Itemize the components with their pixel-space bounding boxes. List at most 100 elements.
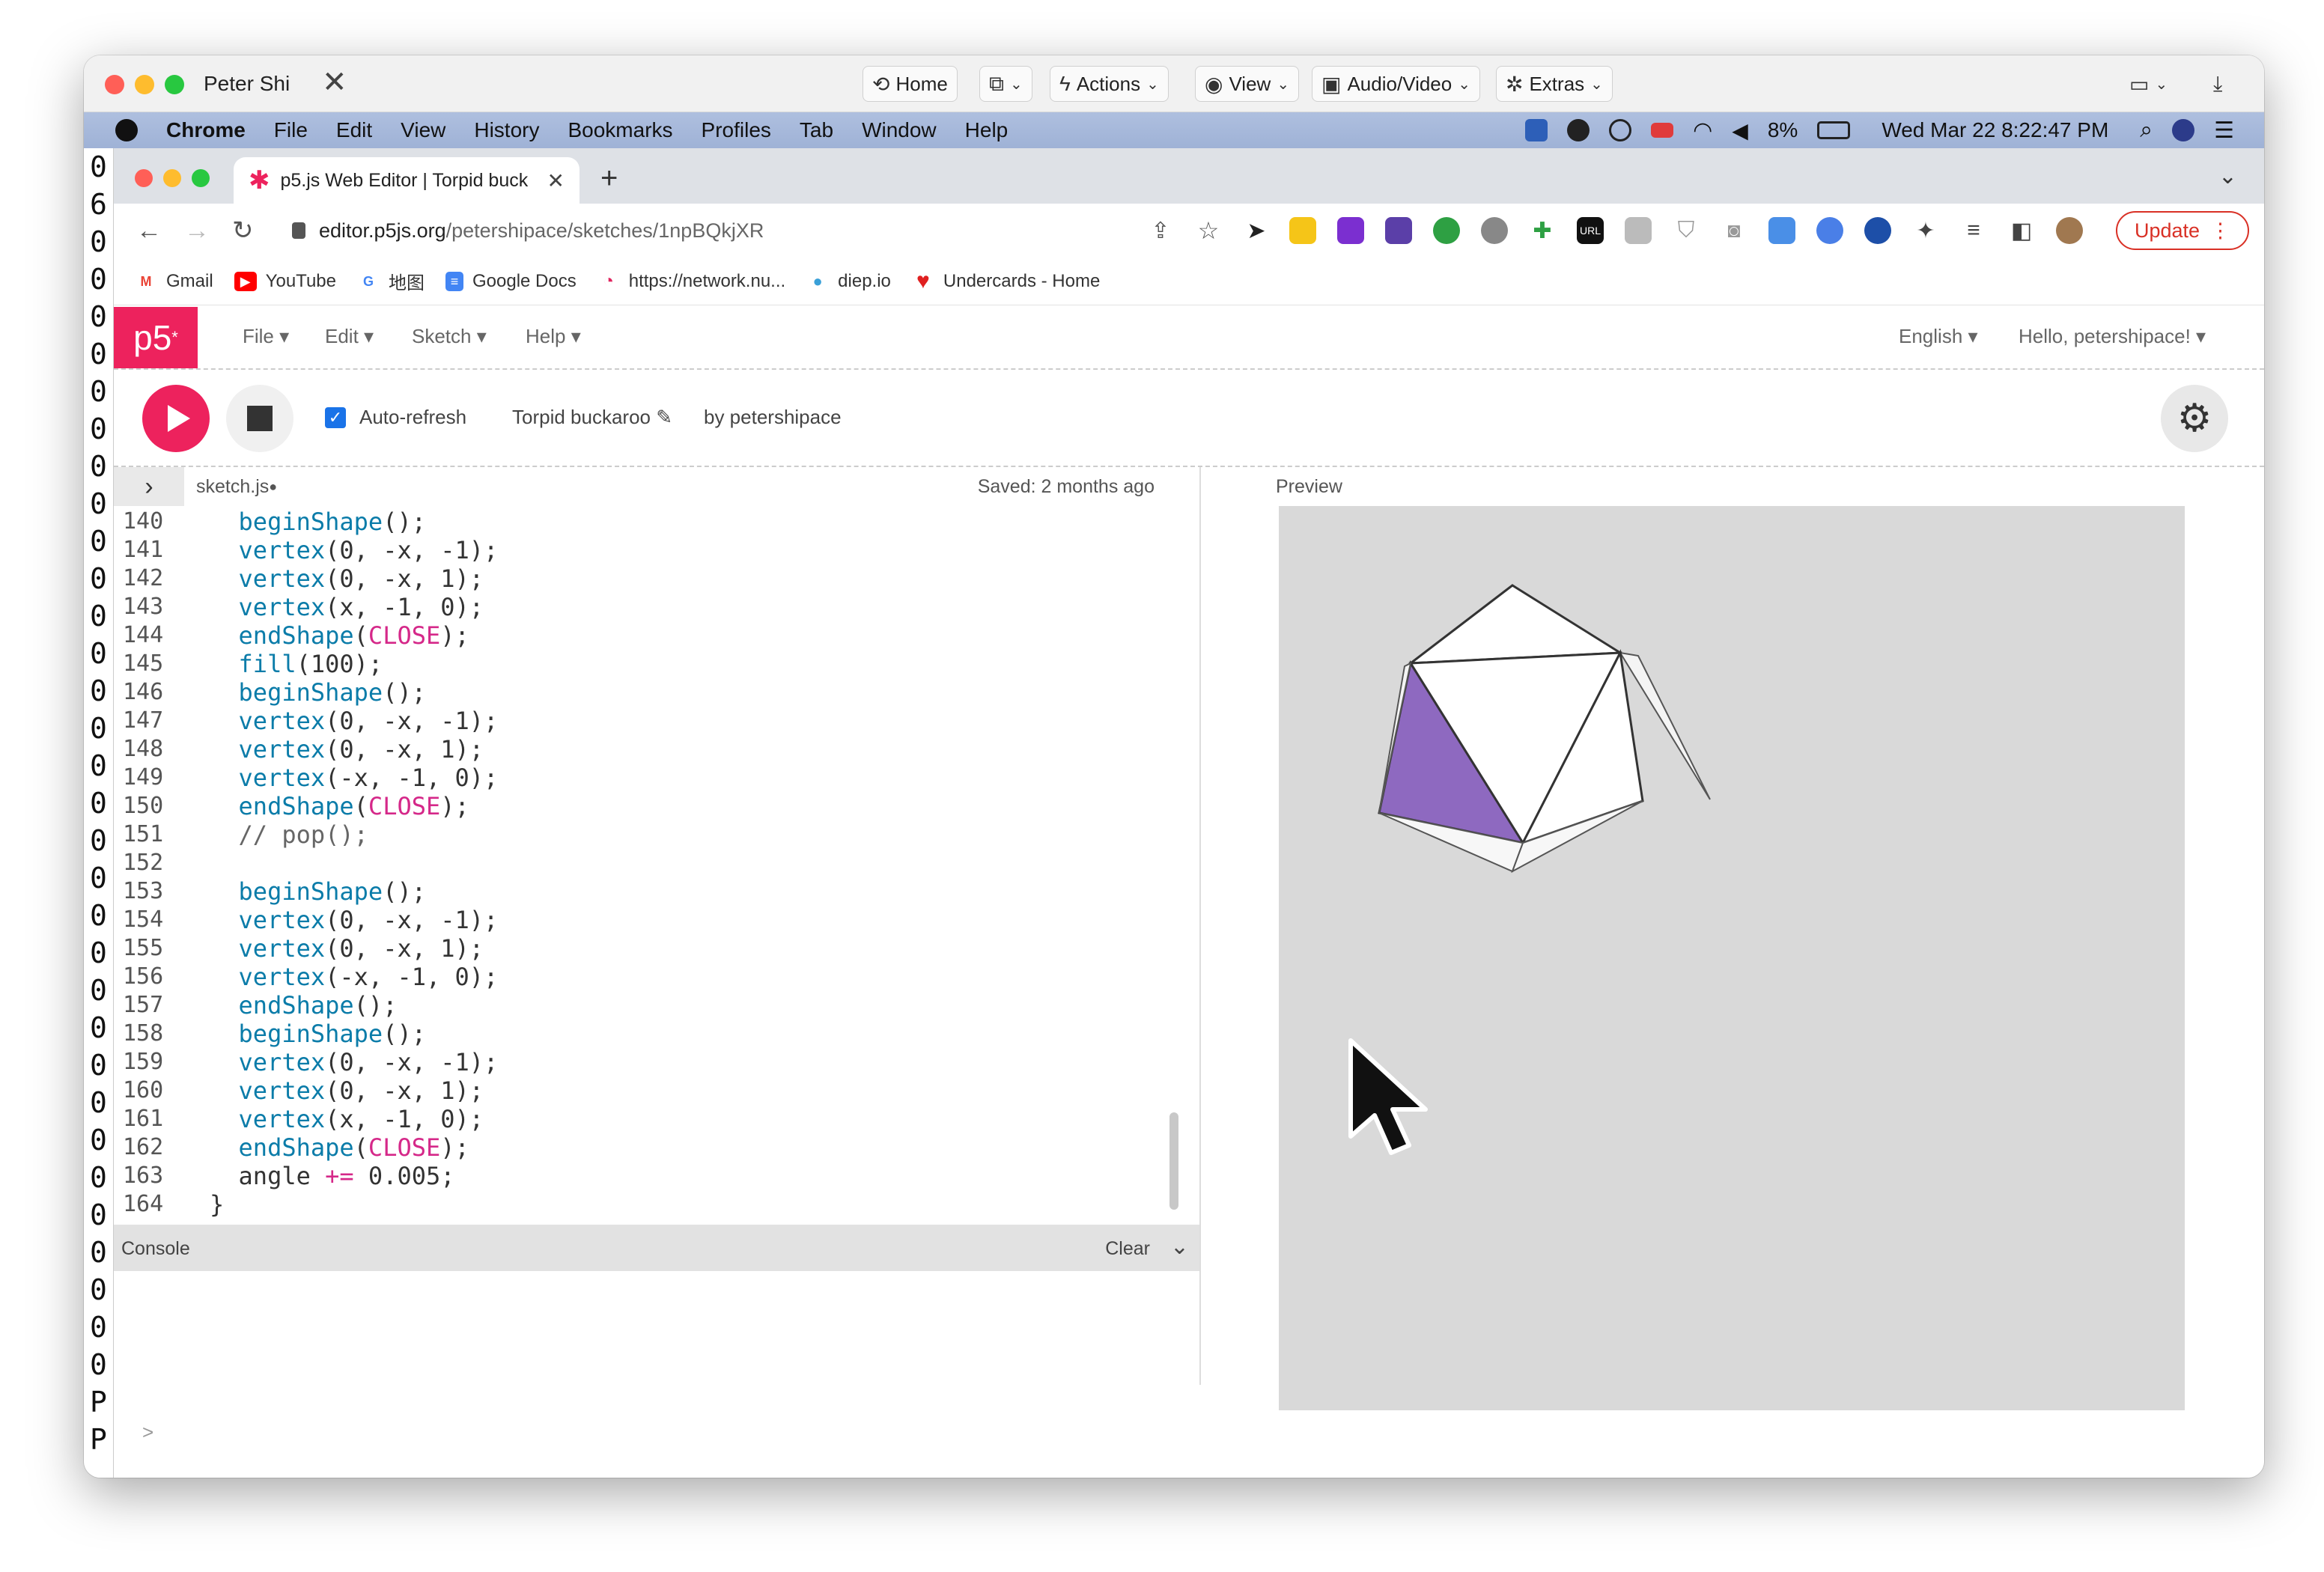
menubar-app-name[interactable]: Chrome [166, 118, 246, 142]
shield-extension-icon[interactable]: ⛉ [1673, 217, 1700, 244]
remote-audio-video-button[interactable]: ▣ Audio/Video ⌄ [1312, 66, 1480, 102]
bookmark-youtube[interactable]: ▶ YouTube [234, 271, 336, 292]
globe-extension-icon[interactable] [1864, 217, 1891, 244]
bookmark-google-docs[interactable]: ≡ Google Docs [445, 271, 577, 292]
bookmark-network[interactable]: ◔ https://network.nu... [597, 271, 785, 292]
wechat-icon[interactable] [1567, 119, 1590, 141]
remote-extras-button[interactable]: ✲ Extras ⌄ [1496, 66, 1613, 102]
menubar-item-profiles[interactable]: Profiles [702, 118, 771, 142]
pane-divider[interactable] [1199, 467, 1201, 1385]
zoom-window-button[interactable] [165, 75, 184, 94]
collapse-console-chevron-icon[interactable]: ⌄ [1170, 1234, 1189, 1260]
code-line[interactable]: 164} [114, 1190, 1162, 1219]
file-tab[interactable]: sketch.js● [196, 467, 277, 506]
code-line[interactable]: 143 vertex(x, -1, 0); [114, 593, 1162, 621]
extensions-puzzle-icon[interactable]: ✦ [1912, 217, 1939, 244]
new-tab-button[interactable]: + [600, 162, 618, 195]
settings-gear-icon[interactable]: ⚙ [2161, 385, 2228, 452]
code-line[interactable]: 148 vertex(0, -x, 1); [114, 735, 1162, 764]
code-line[interactable]: 163 angle += 0.005; [114, 1162, 1162, 1190]
code-line[interactable]: 157 endShape(); [114, 991, 1162, 1020]
menubar-item-tab[interactable]: Tab [800, 118, 833, 142]
stop-button[interactable] [226, 385, 293, 452]
remote-status-icon[interactable] [1525, 119, 1548, 141]
code-line[interactable]: 160 vertex(0, -x, 1); [114, 1076, 1162, 1105]
update-chrome-button[interactable]: Update ⋮ [2116, 211, 2249, 250]
code-line[interactable]: 140 beginShape(); [114, 508, 1162, 536]
tab-search-chevron-icon[interactable]: ⌄ [2218, 163, 2237, 189]
canada-flag-icon[interactable] [1651, 123, 1674, 138]
play-button[interactable] [142, 385, 210, 452]
camera-extension-icon[interactable]: ◙ [1721, 217, 1747, 244]
cursor-extension-icon[interactable]: ➤ [1243, 217, 1270, 244]
side-panel-icon[interactable]: ◧ [2008, 217, 2035, 244]
chrome-minimize-button[interactable] [163, 169, 181, 187]
code-line[interactable]: 150 endShape(CLOSE); [114, 792, 1162, 820]
url-extension-icon[interactable]: URL [1577, 217, 1604, 244]
menubar-item-file[interactable]: File [274, 118, 308, 142]
remote-download-button[interactable]: ⤓ [2204, 66, 2231, 102]
address-bar[interactable]: editor.p5js.org /petershipace/sketches/1… [292, 216, 764, 246]
share-icon[interactable]: ⇪ [1147, 217, 1174, 244]
screenshot-extension-icon[interactable] [1768, 217, 1795, 244]
media-control-icon[interactable]: ≡ [1960, 217, 1987, 244]
profile-avatar[interactable] [2056, 217, 2083, 244]
code-line[interactable]: 156 vertex(-x, -1, 0); [114, 963, 1162, 991]
sketch-canvas[interactable] [1279, 506, 2185, 1410]
reload-icon[interactable]: ↻ [232, 216, 254, 246]
code-line[interactable]: 145 fill(100); [114, 650, 1162, 678]
code-line[interactable]: 153 beginShape(); [114, 877, 1162, 906]
bookmark-star-icon[interactable]: ☆ [1195, 217, 1222, 244]
code-line[interactable]: 152 [114, 849, 1162, 877]
code-line[interactable]: 146 beginShape(); [114, 678, 1162, 707]
bookmark-undercards[interactable]: ♥ Undercards - Home [911, 269, 1100, 292]
tetris-extension-icon[interactable] [1337, 217, 1364, 244]
remote-home-button[interactable]: ⟲ Home [863, 66, 958, 102]
code-line[interactable]: 158 beginShape(); [114, 1020, 1162, 1048]
account-menu[interactable]: Hello, petershipace! ▾ [2019, 325, 2206, 348]
battery-icon[interactable] [1817, 121, 1851, 139]
forward-arrow-icon[interactable]: → [184, 216, 210, 246]
bookmark-maps[interactable]: G 地图 [356, 268, 425, 294]
menu-edit[interactable]: Edit ▾ [325, 325, 374, 348]
disconnect-icon[interactable]: ✕ [322, 66, 347, 99]
menu-file[interactable]: File ▾ [243, 325, 289, 348]
code-line[interactable]: 159 vertex(0, -x, -1); [114, 1048, 1162, 1076]
expand-sidebar-chevron-icon[interactable]: › [114, 467, 184, 506]
code-line[interactable]: 162 endShape(CLOSE); [114, 1133, 1162, 1162]
control-center-icon[interactable]: ☰ [2214, 118, 2234, 144]
highlight-extension-icon[interactable] [1289, 217, 1316, 244]
code-line[interactable]: 142 vertex(0, -x, 1); [114, 564, 1162, 593]
accessibility-icon[interactable] [1609, 119, 1632, 141]
bookmark-diep[interactable]: ● diep.io [806, 271, 891, 292]
wifi-icon[interactable]: ◠ [1693, 118, 1712, 144]
spotlight-search-icon[interactable]: ⌕ [2140, 118, 2153, 143]
tab-p5js-editor[interactable]: ✱ p5.js Web Editor | Torpid buck ✕ [234, 157, 580, 204]
menubar-clock[interactable]: Wed Mar 22 8:22:47 PM [1882, 118, 2108, 142]
menubar-item-edit[interactable]: Edit [336, 118, 372, 142]
code-line[interactable]: 149 vertex(-x, -1, 0); [114, 764, 1162, 792]
sketch-name[interactable]: Torpid buckaroo ✎ [512, 406, 672, 429]
remote-screen-button[interactable]: ▭ ⌄ [2120, 66, 2177, 102]
back-arrow-icon[interactable]: ← [136, 216, 162, 246]
code-line[interactable]: 141 vertex(0, -x, -1); [114, 536, 1162, 564]
editor-scrollbar[interactable] [1169, 1112, 1178, 1210]
code-line[interactable]: 161 vertex(x, -1, 0); [114, 1105, 1162, 1133]
close-tab-icon[interactable]: ✕ [547, 168, 565, 193]
code-editor[interactable]: 140 beginShape(); 141 vertex(0, -x, -1); 1… [114, 506, 1199, 1225]
blue-extension-icon[interactable] [1816, 217, 1843, 244]
remote-view-button[interactable]: ◉ View ⌄ [1195, 66, 1300, 102]
bookmark-gmail[interactable]: M Gmail [135, 271, 213, 292]
k-extension-icon[interactable] [1625, 217, 1652, 244]
p5-logo[interactable]: p5 * [114, 307, 198, 368]
code-line[interactable]: 147 vertex(0, -x, -1); [114, 707, 1162, 735]
grey-extension-icon[interactable] [1481, 217, 1508, 244]
chrome-zoom-button[interactable] [192, 169, 210, 187]
minimize-window-button[interactable] [135, 75, 154, 94]
remote-clipboard-button[interactable]: ⧉ ⌄ [979, 66, 1032, 102]
menubar-item-history[interactable]: History [474, 118, 539, 142]
code-line[interactable]: 155 vertex(0, -x, 1); [114, 934, 1162, 963]
language-select[interactable]: English ▾ [1899, 325, 1978, 348]
cube-extension-icon[interactable] [1385, 217, 1412, 244]
auto-refresh-checkbox[interactable]: ✓ [325, 407, 346, 428]
